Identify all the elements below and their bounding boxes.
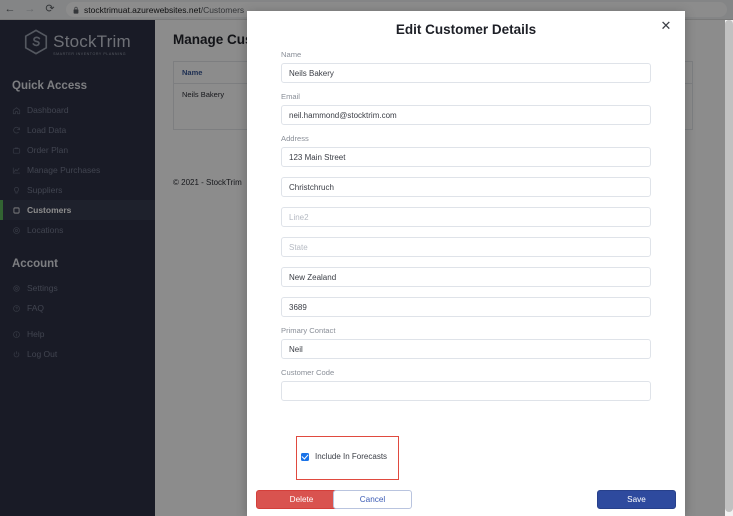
field-label-primary-contact: Primary Contact: [281, 326, 336, 335]
address-state-input[interactable]: [281, 237, 651, 257]
page-scrollbar-thumb[interactable]: [725, 20, 733, 512]
address-country-input[interactable]: [281, 267, 651, 287]
address-city-input[interactable]: [281, 177, 651, 197]
address-postcode-input[interactable]: [281, 297, 651, 317]
page-scrollbar-track[interactable]: [725, 20, 733, 516]
email-input[interactable]: [281, 105, 651, 125]
name-input[interactable]: [281, 63, 651, 83]
field-label-address: Address: [281, 134, 309, 143]
modal-footer: Delete Cancel Save: [247, 490, 685, 510]
save-button[interactable]: Save: [597, 490, 676, 509]
include-in-forecasts-row[interactable]: Include In Forecasts: [301, 452, 387, 461]
address-line2-input[interactable]: [281, 207, 651, 227]
field-label-customer-code: Customer Code: [281, 368, 335, 377]
field-label-email: Email: [281, 92, 300, 101]
address-line1-input[interactable]: [281, 147, 651, 167]
edit-customer-modal: Edit Customer Details ✕ Name Email Addre…: [247, 11, 685, 516]
modal-body: Name Email Address Primary Contact Custo…: [247, 47, 685, 401]
primary-contact-input[interactable]: [281, 339, 651, 359]
include-in-forecasts-label: Include In Forecasts: [315, 452, 388, 461]
customer-code-input[interactable]: [281, 381, 651, 401]
include-in-forecasts-checkbox[interactable]: [301, 452, 309, 461]
close-icon[interactable]: ✕: [659, 19, 673, 33]
cancel-button[interactable]: Cancel: [333, 490, 412, 509]
field-label-name: Name: [281, 50, 302, 59]
modal-header: Edit Customer Details ✕: [247, 11, 685, 47]
modal-title: Edit Customer Details: [395, 21, 537, 37]
